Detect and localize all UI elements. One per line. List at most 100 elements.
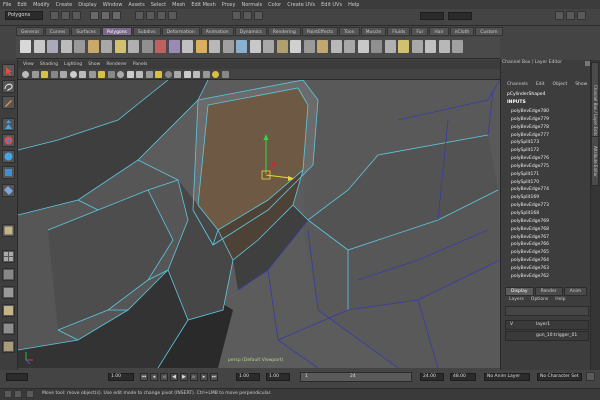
channel-box-menu-edit[interactable]: Edit <box>536 82 545 87</box>
layer-visibility[interactable]: V <box>510 322 513 327</box>
step-forward-key-button[interactable]: ▹ <box>190 373 198 381</box>
panel-menu-lighting[interactable]: Lighting <box>64 62 82 67</box>
shelf-tool-icon[interactable] <box>249 40 261 53</box>
menu-color[interactable]: Color <box>268 2 281 8</box>
select-tool-icon[interactable] <box>2 64 15 77</box>
input-node-item[interactable]: polyBevEdge780 <box>511 108 549 116</box>
shape-node-name[interactable]: pCylinderShape4 <box>507 92 545 97</box>
snap-plane-icon[interactable] <box>168 11 177 20</box>
shelf-tool-icon[interactable] <box>101 40 112 53</box>
panel-tool-icon[interactable] <box>31 71 39 78</box>
shelf-tool-icon[interactable] <box>141 40 153 53</box>
input-node-item[interactable]: polyBevEdge773 <box>511 202 549 210</box>
layout-single-icon[interactable] <box>2 224 15 237</box>
start-time-field[interactable] <box>6 373 28 381</box>
shelf-tool-icon[interactable] <box>411 40 423 53</box>
shelf-tool-icon[interactable] <box>317 40 328 53</box>
menu-edit[interactable]: Edit <box>17 2 27 8</box>
range-start-field[interactable]: 1.00 <box>236 373 260 381</box>
panel-tool-icon[interactable] <box>221 71 229 78</box>
layout-side-icon[interactable] <box>2 268 15 281</box>
panel-tool-icon[interactable] <box>174 71 181 78</box>
shelf-tab-muscle[interactable]: Muscle <box>360 27 387 36</box>
input-node-item[interactable]: polyBevEdge763 <box>511 265 549 273</box>
shelf-tool-icon[interactable] <box>276 40 288 53</box>
shelf-tool-icon[interactable] <box>128 40 139 53</box>
snap-grid-icon[interactable] <box>135 11 144 20</box>
shelf-tab-painteffects[interactable]: PaintEffects <box>301 27 339 36</box>
layer-name[interactable]: layer1 <box>536 322 550 327</box>
range-end-field[interactable]: 48.00 <box>450 373 476 381</box>
shelf-tool-icon[interactable] <box>33 40 45 53</box>
panel-tool-icon[interactable] <box>164 71 172 78</box>
render-icon[interactable] <box>232 11 241 20</box>
input-node-item[interactable]: polyBevEdge769 <box>511 218 549 226</box>
select-component-icon[interactable] <box>112 11 121 20</box>
layout-graph-icon[interactable] <box>2 322 15 335</box>
shelf-tool-icon[interactable] <box>114 40 126 53</box>
play-forward-button[interactable]: ▶ <box>180 373 188 381</box>
snap-curve-icon[interactable] <box>146 11 155 20</box>
input-node-item[interactable]: polyBevEdge774 <box>511 186 549 194</box>
menu-select[interactable]: Select <box>151 2 166 8</box>
menu-normals[interactable]: Normals <box>241 2 262 8</box>
menu-create-uvs[interactable]: Create UVs <box>287 2 315 8</box>
input-node-item[interactable]: polyBevEdge776 <box>511 155 549 163</box>
panel-tool-icon[interactable] <box>202 71 210 78</box>
menu-mesh[interactable]: Mesh <box>172 2 185 8</box>
menu-assets[interactable]: Assets <box>128 2 144 8</box>
shelf-tool-icon[interactable] <box>371 40 382 53</box>
shelf-tool-icon[interactable] <box>344 40 355 53</box>
layer-tab-render[interactable]: Render <box>534 287 563 296</box>
shelf-tab-fur[interactable]: Fur <box>411 27 429 36</box>
anim-layer-select[interactable]: No Anim Layer <box>484 373 530 381</box>
panel-menu-renderer[interactable]: Renderer <box>106 62 127 67</box>
panel-menu-view[interactable]: View <box>23 62 34 67</box>
tool-settings-toggle-icon[interactable] <box>577 11 586 20</box>
layout-four-icon[interactable] <box>2 250 15 263</box>
menu-edit-mesh[interactable]: Edit Mesh <box>191 2 215 8</box>
rotate-tool-icon[interactable] <box>2 134 15 147</box>
move-tool-icon[interactable] <box>2 118 15 131</box>
shelf-tool-icon[interactable] <box>168 40 180 53</box>
open-scene-icon[interactable] <box>61 11 70 20</box>
input-node-item[interactable]: polyBevEdge777 <box>511 132 549 140</box>
shelf-tool-icon[interactable] <box>155 40 166 53</box>
panel-menu-show[interactable]: Show <box>88 62 100 67</box>
channel-box-toggle-icon[interactable] <box>555 11 564 20</box>
shelf-tab-general[interactable]: General <box>16 27 44 36</box>
menu-edit-uvs[interactable]: Edit UVs <box>321 2 342 8</box>
shelf-tool-icon[interactable] <box>222 40 234 53</box>
go-to-start-button[interactable]: ⏮ <box>140 373 148 381</box>
shelf-tool-icon[interactable] <box>182 40 193 53</box>
panel-tool-icon[interactable] <box>98 71 105 78</box>
input-node-item[interactable]: polyBevEdge762 <box>511 273 549 281</box>
render-settings-icon[interactable] <box>254 11 263 20</box>
manipulator-tool-icon[interactable] <box>2 166 15 179</box>
shelf-tab-animation[interactable]: Animation <box>200 27 234 36</box>
input-node-item[interactable]: polySplit169 <box>511 194 549 202</box>
menu-set-select[interactable]: Polygons <box>5 11 43 20</box>
shelf-tab-custom[interactable]: Custom <box>475 27 503 36</box>
shelf-tab-ncloth[interactable]: nCloth <box>449 27 475 36</box>
input-node-item[interactable]: polyBevEdge775 <box>511 163 549 171</box>
input-node-item[interactable]: polySplit171 <box>511 171 549 179</box>
shelf-tab-deformation[interactable]: Deformation <box>161 27 200 36</box>
shelf-tab-subdivs[interactable]: Subdivs <box>132 27 161 36</box>
panel-tool-icon[interactable] <box>117 71 124 78</box>
input-node-item[interactable]: polySplit172 <box>511 147 549 155</box>
step-forward-button[interactable]: ▸ <box>200 373 208 381</box>
panel-tool-icon[interactable] <box>183 71 191 78</box>
last-tool-icon[interactable] <box>2 184 15 197</box>
shelf-tool-icon[interactable] <box>303 40 315 53</box>
panel-tool-icon[interactable] <box>41 71 48 78</box>
channel-box-menu-object[interactable]: Object <box>553 82 568 87</box>
input-node-item[interactable]: polySplit168 <box>511 210 549 218</box>
anim-prefs-icon[interactable] <box>586 372 595 381</box>
input-node-item[interactable]: polyBevEdge778 <box>511 124 549 132</box>
step-back-key-button[interactable]: ◃ <box>160 373 168 381</box>
panel-tool-icon[interactable] <box>22 71 29 78</box>
shelf-tool-icon[interactable] <box>263 40 274 53</box>
channel-box-menu-show[interactable]: Show <box>575 82 587 87</box>
playback-end-field[interactable]: 24.00 <box>420 373 444 381</box>
